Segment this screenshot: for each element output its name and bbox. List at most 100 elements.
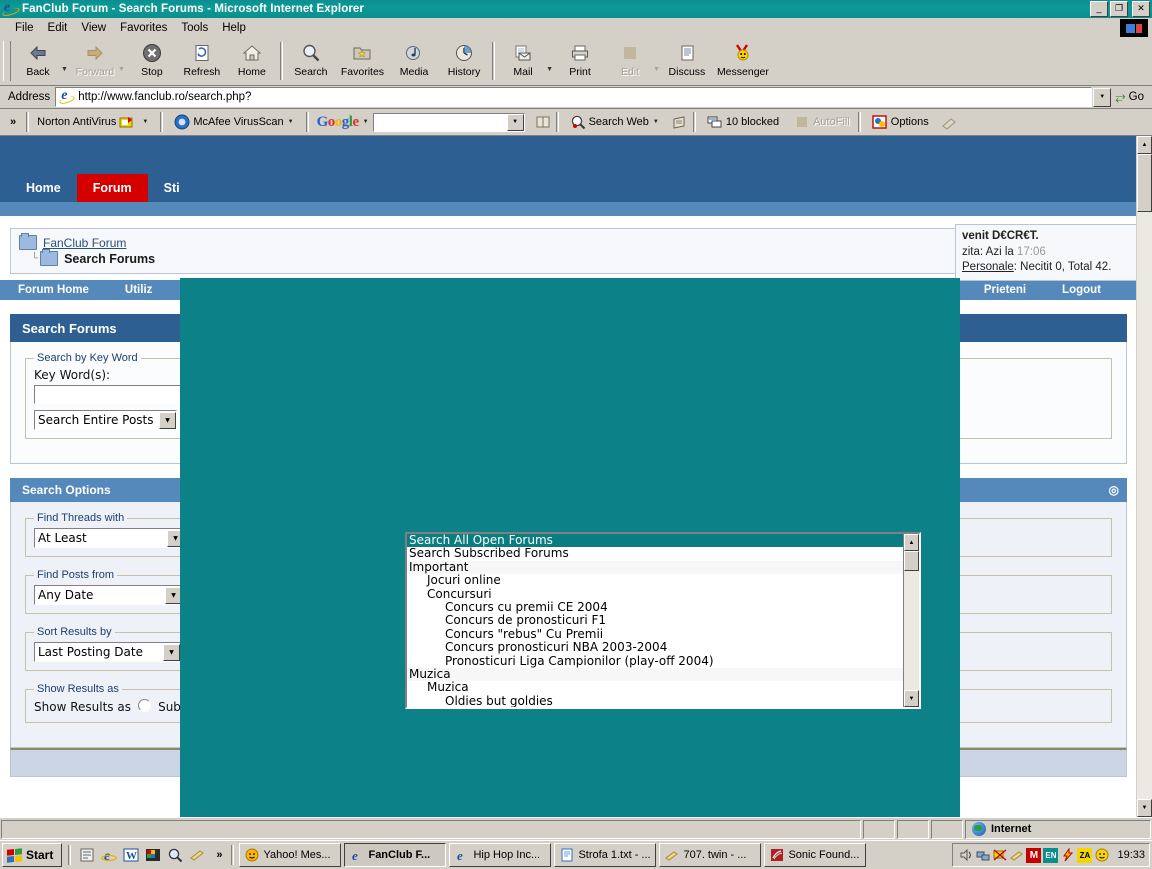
google-history-dropdown[interactable]: ▼ (506, 113, 524, 131)
mcafee-virusscan-item[interactable]: McAfee VirusScan ▼ (165, 111, 303, 133)
go-button[interactable]: ⥂ Go (1111, 89, 1150, 105)
keyword-scope-select[interactable]: Search Entire Posts ▼ (34, 410, 177, 430)
winamp-icon[interactable] (188, 846, 206, 864)
forum-menu-home[interactable]: Forum Home (0, 284, 107, 296)
quick-launch-chevron[interactable]: » (210, 849, 228, 861)
home-button[interactable]: Home (227, 39, 277, 78)
favorites-button[interactable]: Favorites (336, 39, 389, 78)
task-hip-hop[interactable]: e Hip Hop Inc... (449, 843, 552, 867)
page-scrollbar-thumb[interactable] (1137, 154, 1152, 212)
volume-icon[interactable] (958, 848, 973, 863)
show-results-radio[interactable] (138, 699, 152, 712)
forum-option[interactable]: Search Subscribed Forums (407, 546, 903, 560)
forum-option[interactable]: Concurs cu premii CE 2004 (407, 600, 903, 614)
paint-icon[interactable] (144, 846, 162, 864)
highlighter-icon[interactable] (941, 114, 957, 130)
task-winamp-track[interactable]: 707. twin - ... (659, 843, 762, 867)
forum-option[interactable]: Jocuri online (407, 573, 903, 587)
scroll-up-button[interactable]: ▲ (904, 534, 919, 551)
mail-button[interactable]: Mail (498, 39, 548, 78)
word-icon[interactable]: W (122, 846, 140, 864)
find-posts-date-select[interactable]: Any Date ▼ (34, 585, 183, 605)
edit-button[interactable]: Edit (605, 39, 655, 78)
nav-home[interactable]: Home (10, 174, 77, 202)
page-scrollbar-track[interactable] (1137, 212, 1152, 799)
yahoo-messenger-tray-icon[interactable] (1094, 848, 1109, 863)
refresh-button[interactable]: Refresh (177, 39, 227, 78)
menu-help[interactable]: Help (215, 20, 253, 36)
minimize-button[interactable]: _ (1090, 1, 1108, 17)
collapse-icon[interactable]: ◎ (1109, 483, 1119, 497)
discuss-button[interactable]: Discuss (662, 39, 712, 78)
forward-button[interactable]: Forward (70, 39, 120, 78)
options-item[interactable]: Options (863, 111, 935, 133)
task-strofa-txt[interactable]: Strofa 1.txt - ... (554, 843, 657, 867)
toolbar-grip[interactable] (3, 41, 11, 81)
forum-option[interactable]: Concurs de pronosticuri F1 (407, 613, 903, 627)
nav-forum[interactable]: Forum (76, 174, 148, 202)
chevron-down-icon-2[interactable]: ▼ (288, 119, 294, 125)
forum-option[interactable]: Concursuri (407, 587, 903, 601)
find-threads-select[interactable]: At Least ▼ (34, 528, 185, 548)
language-indicator[interactable]: EN (1043, 847, 1059, 863)
google-dropdown-icon[interactable]: ▼ (363, 119, 369, 125)
forum-option[interactable]: Important (407, 560, 903, 575)
stop-button[interactable]: Stop (127, 39, 177, 78)
forum-option[interactable]: Oldies but goldies (407, 694, 903, 707)
forum-menu-prieteni[interactable]: Prieteni (966, 284, 1044, 296)
taskbar-clock[interactable]: 19:33 (1117, 849, 1145, 861)
back-button[interactable]: Back (13, 39, 63, 78)
forum-option[interactable]: Concurs pronosticuri NBA 2003-2004 (407, 640, 903, 654)
search-web-dropdown-icon[interactable]: ▼ (653, 119, 659, 125)
print-button[interactable]: Print (555, 39, 605, 78)
window-title-bar[interactable]: FanClub Forum - Search Forums - Microsof… (0, 0, 1152, 18)
listbox-scrollbar[interactable]: ▲ ▼ (903, 534, 919, 707)
search-button[interactable]: Search (286, 39, 336, 78)
norton-antivirus-item[interactable]: Norton AntiVirus ▼ (31, 111, 158, 133)
forum-select-listbox[interactable]: Search All Open Forums Search Subscribed … (405, 532, 921, 709)
forum-option[interactable]: Pronosticuri Liga Campionilor (play-off … (407, 654, 903, 668)
page-scroll-up-button[interactable]: ▲ (1137, 136, 1152, 154)
zonealarm-icon[interactable]: ZA (1077, 847, 1093, 863)
messenger-button[interactable]: Messenger (712, 39, 774, 78)
network-icon[interactable] (975, 848, 990, 863)
page-scroll-down-button[interactable]: ▼ (1137, 799, 1152, 817)
scrollbar-track[interactable] (904, 571, 919, 690)
zonealarm-bolt-icon[interactable] (1060, 848, 1075, 863)
google-news-icon[interactable] (672, 114, 688, 130)
task-yahoo-messenger[interactable]: Yahoo! Mes... (239, 843, 342, 867)
forum-option[interactable]: Muzica (407, 667, 903, 682)
search-web-item[interactable]: Search Web ▼ (561, 111, 669, 133)
menu-view[interactable]: View (74, 20, 113, 36)
forum-menu-utilizatori[interactable]: Utiliz (107, 284, 170, 296)
sort-results-select[interactable]: Last Posting Date ▼ (34, 642, 181, 662)
mcafee-icon[interactable]: M (1026, 847, 1042, 863)
address-dropdown-button[interactable]: ▼ (1093, 87, 1112, 107)
popup-blocker-item[interactable]: 10 blocked (698, 111, 785, 133)
history-button[interactable]: History (439, 39, 489, 78)
menu-edit[interactable]: Edit (41, 20, 75, 36)
winamp-tray-icon[interactable] (1009, 848, 1024, 863)
task-fanclub-forum[interactable]: e FanClub F... (344, 843, 447, 867)
menu-tools[interactable]: Tools (174, 20, 215, 36)
keyword-input[interactable] (34, 385, 196, 404)
private-messages-link[interactable]: Personale (962, 261, 1014, 273)
forum-option[interactable]: Search All Open Forums (407, 534, 903, 548)
forum-option[interactable]: Concurs "rebus" Cu Premii (407, 627, 903, 641)
scroll-down-button[interactable]: ▼ (904, 690, 919, 707)
scrollbar-thumb[interactable] (904, 551, 919, 571)
security-zone[interactable]: Internet (965, 819, 1151, 839)
address-input[interactable]: http://www.fanclub.ro/search.php? (55, 87, 1093, 107)
start-button[interactable]: Start (2, 843, 63, 867)
menu-favorites[interactable]: Favorites (113, 20, 174, 36)
chevron-down-icon[interactable]: ▼ (142, 119, 148, 125)
mail-dropdown-icon[interactable]: ▼ (546, 52, 553, 73)
norton-antivirus-icon[interactable] (992, 848, 1007, 863)
task-sonic-foundry[interactable]: Sonic Found... (764, 843, 867, 867)
page-scrollbar[interactable]: ▲ ▼ (1136, 136, 1152, 817)
forum-menu-logout[interactable]: Logout (1044, 284, 1119, 296)
google-search-input[interactable]: ▼ (372, 112, 525, 132)
media-button[interactable]: Media (389, 39, 439, 78)
back-dropdown-icon[interactable]: ▼ (61, 52, 68, 73)
toolbar-overflow-chevron[interactable]: » (0, 116, 24, 128)
